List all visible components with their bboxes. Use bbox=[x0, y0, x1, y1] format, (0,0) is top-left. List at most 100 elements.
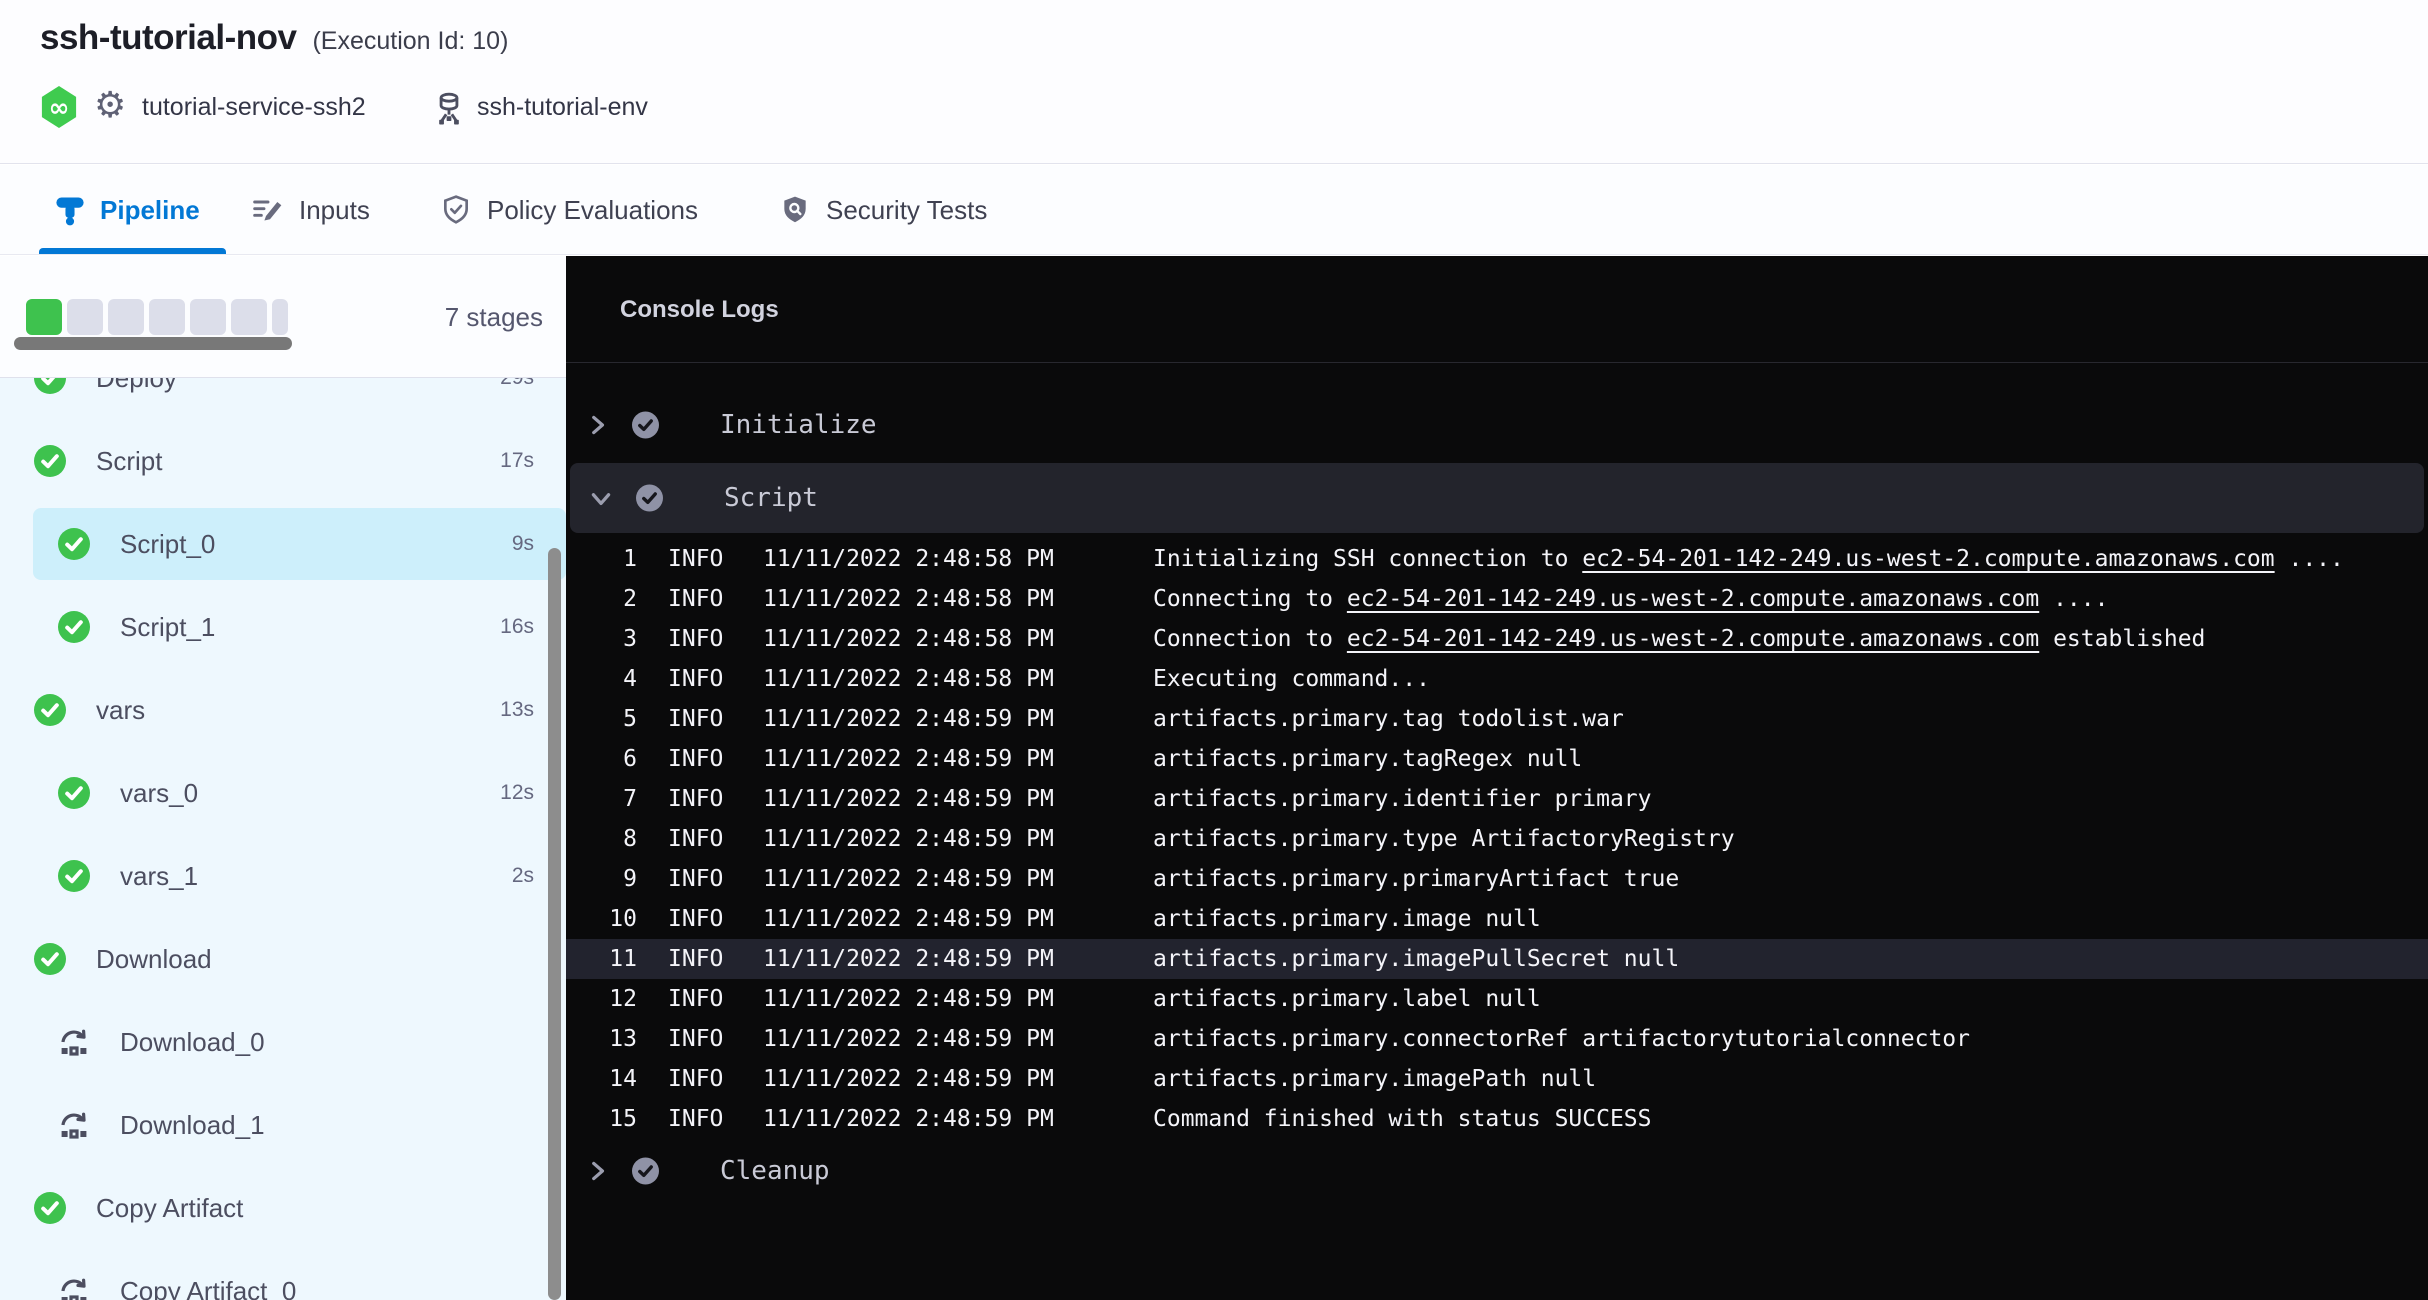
stage-row[interactable]: Copy Artifact_0 bbox=[0, 1255, 566, 1300]
success-icon bbox=[58, 777, 90, 809]
stage-label: vars_1 bbox=[120, 840, 198, 912]
success-icon bbox=[58, 528, 90, 560]
log-row[interactable]: 8INFO11/11/2022 2:48:59 PMartifacts.prim… bbox=[566, 819, 2428, 859]
horizontal-scrollbar[interactable] bbox=[14, 337, 292, 350]
stage-duration: 13s bbox=[500, 674, 534, 746]
stage-row[interactable]: vars_0 12s bbox=[0, 757, 566, 840]
stage-row[interactable]: Script_0 9s bbox=[0, 508, 566, 591]
stage-row[interactable]: Download_0 bbox=[0, 1006, 566, 1089]
log-row[interactable]: 12INFO11/11/2022 2:48:59 PMartifacts.pri… bbox=[566, 979, 2428, 1019]
log-row[interactable]: 1INFO11/11/2022 2:48:58 PMInitializing S… bbox=[566, 539, 2428, 579]
success-icon bbox=[632, 1158, 659, 1185]
gear-icon: ⚙ bbox=[94, 84, 126, 128]
log-row[interactable]: 4INFO11/11/2022 2:48:58 PMExecuting comm… bbox=[566, 659, 2428, 699]
stage-row[interactable]: Deploy29s bbox=[0, 378, 566, 425]
stage-duration: 12s bbox=[500, 757, 534, 829]
log-timestamp: 11/11/2022 2:48:59 PM bbox=[763, 819, 1054, 859]
tab-inputs[interactable]: Inputs bbox=[252, 165, 370, 255]
success-icon bbox=[34, 694, 66, 726]
log-message: artifacts.primary.type ArtifactoryRegist… bbox=[1153, 819, 1735, 859]
log-row[interactable]: 6 INFO 11/11/2022 2:48:59 PM artifacts.prim… bbox=[566, 739, 2428, 779]
log-line-number: 15 bbox=[566, 1099, 637, 1139]
pipeline-icon bbox=[55, 193, 85, 227]
log-message: artifacts.primary.identifier primary bbox=[1153, 779, 1652, 819]
log-level: INFO bbox=[668, 899, 723, 939]
log-line-number: 6 bbox=[566, 739, 637, 779]
log-level: INFO bbox=[668, 619, 723, 659]
log-level: INFO bbox=[668, 739, 723, 779]
log-message: Connecting to ec2-54-201-142-249.us-west… bbox=[1153, 579, 2108, 619]
success-icon bbox=[34, 445, 66, 477]
tab-bar: Pipeline Inputs Policy Evaluations Secur… bbox=[0, 165, 2428, 255]
log-line-number: 13 bbox=[566, 1019, 637, 1059]
log-message: Connection to ec2-54-201-142-249.us-west… bbox=[1153, 619, 2205, 659]
stage-row[interactable]: Copy Artifact bbox=[0, 1172, 566, 1255]
stage-row[interactable]: Script_116s bbox=[0, 591, 566, 674]
log-row[interactable]: 9INFO11/11/2022 2:48:59 PMartifacts.prim… bbox=[566, 859, 2428, 899]
log-line-number: 1 bbox=[566, 539, 637, 579]
security-tests-icon bbox=[779, 194, 811, 226]
chevron-right-icon bbox=[584, 1158, 610, 1184]
stage-label: vars bbox=[96, 674, 145, 746]
stage-row[interactable]: Download_1 bbox=[0, 1089, 566, 1172]
success-icon bbox=[632, 412, 659, 439]
log-line-number: 10 bbox=[566, 899, 637, 939]
log-level: INFO bbox=[668, 979, 723, 1019]
log-line-number: 4 bbox=[566, 659, 637, 699]
stage-label: vars_0 bbox=[120, 757, 198, 829]
log-message: artifacts.primary.tagRegex null bbox=[1153, 739, 1582, 779]
stage-row[interactable]: Script17s bbox=[0, 425, 566, 508]
log-timestamp: 11/11/2022 2:48:59 PM bbox=[763, 739, 1054, 779]
environment-name[interactable]: ssh-tutorial-env bbox=[477, 86, 648, 128]
log-line-number: 12 bbox=[566, 979, 637, 1019]
section-script[interactable]: Script bbox=[570, 463, 2424, 533]
log-row[interactable]: 2INFO11/11/2022 2:48:58 PMConnecting to … bbox=[566, 579, 2428, 619]
log-line-number: 11 bbox=[566, 939, 637, 979]
stage-duration: 9s bbox=[512, 508, 534, 580]
log-row[interactable]: 5INFO11/11/2022 2:48:59 PMartifacts.prim… bbox=[566, 699, 2428, 739]
log-line-number: 7 bbox=[566, 779, 637, 819]
log-timestamp: 11/11/2022 2:48:59 PM bbox=[763, 1059, 1054, 1099]
stage-label: Script bbox=[96, 425, 162, 497]
log-timestamp: 11/11/2022 2:48:58 PM bbox=[763, 579, 1054, 619]
success-icon bbox=[58, 611, 90, 643]
stage-label: Download_1 bbox=[120, 1089, 265, 1161]
stage-label: Script_0 bbox=[120, 508, 215, 580]
stage-row[interactable]: Download bbox=[0, 923, 566, 1006]
log-link[interactable]: ec2-54-201-142-249.us-west-2.compute.ama… bbox=[1347, 586, 2039, 612]
log-message: artifacts.primary.tag todolist.war bbox=[1153, 699, 1624, 739]
log-level: INFO bbox=[668, 539, 723, 579]
log-line-number: 8 bbox=[566, 819, 637, 859]
log-row[interactable]: 13INFO11/11/2022 2:48:59 PMartifacts.pri… bbox=[566, 1019, 2428, 1059]
log-row[interactable]: 11INFO11/11/2022 2:48:59 PMartifacts.pri… bbox=[566, 939, 2428, 979]
vertical-scrollbar[interactable] bbox=[548, 548, 561, 1300]
stage-label: Copy Artifact bbox=[96, 1172, 243, 1244]
tab-security-tests[interactable]: Security Tests bbox=[779, 165, 987, 255]
console-header: Console Logs bbox=[566, 256, 2428, 363]
execution-id: (Execution Id: 10) bbox=[312, 27, 508, 56]
stage-row[interactable]: vars 13s bbox=[0, 674, 566, 757]
log-row[interactable]: 10INFO11/11/2022 2:48:59 PMartifacts.pri… bbox=[566, 899, 2428, 939]
stage-progress-block bbox=[231, 299, 267, 335]
log-row[interactable]: 15INFO11/11/2022 2:48:59 PMCommand finis… bbox=[566, 1099, 2428, 1139]
stage-row[interactable]: vars_12s bbox=[0, 840, 566, 923]
tab-policy-evaluations[interactable]: Policy Evaluations bbox=[440, 165, 698, 255]
service-name[interactable]: tutorial-service-ssh2 bbox=[142, 86, 366, 128]
log-link[interactable]: ec2-54-201-142-249.us-west-2.compute.ama… bbox=[1582, 546, 2274, 572]
log-level: INFO bbox=[668, 859, 723, 899]
log-row[interactable]: 3INFO11/11/2022 2:48:58 PMConnection to … bbox=[566, 619, 2428, 659]
inputs-icon bbox=[252, 194, 284, 226]
log-link[interactable]: ec2-54-201-142-249.us-west-2.compute.ama… bbox=[1347, 626, 2039, 652]
log-lines: 1INFO11/11/2022 2:48:58 PMInitializing S… bbox=[566, 539, 2428, 1139]
stage-label: Copy Artifact_0 bbox=[120, 1255, 296, 1300]
section-initialize[interactable]: Initialize bbox=[566, 393, 2428, 457]
success-icon bbox=[34, 378, 66, 394]
section-cleanup[interactable]: Cleanup bbox=[566, 1139, 2428, 1203]
chevron-right-icon bbox=[584, 412, 610, 438]
tab-pipeline[interactable]: Pipeline bbox=[55, 165, 200, 255]
log-row[interactable]: 7INFO11/11/2022 2:48:59 PMartifacts.prim… bbox=[566, 779, 2428, 819]
stage-label: Download_0 bbox=[120, 1006, 265, 1078]
log-row[interactable]: 14INFO11/11/2022 2:48:59 PMartifacts.pri… bbox=[566, 1059, 2428, 1099]
log-message: artifacts.primary.image null bbox=[1153, 899, 1541, 939]
log-level: INFO bbox=[668, 699, 723, 739]
